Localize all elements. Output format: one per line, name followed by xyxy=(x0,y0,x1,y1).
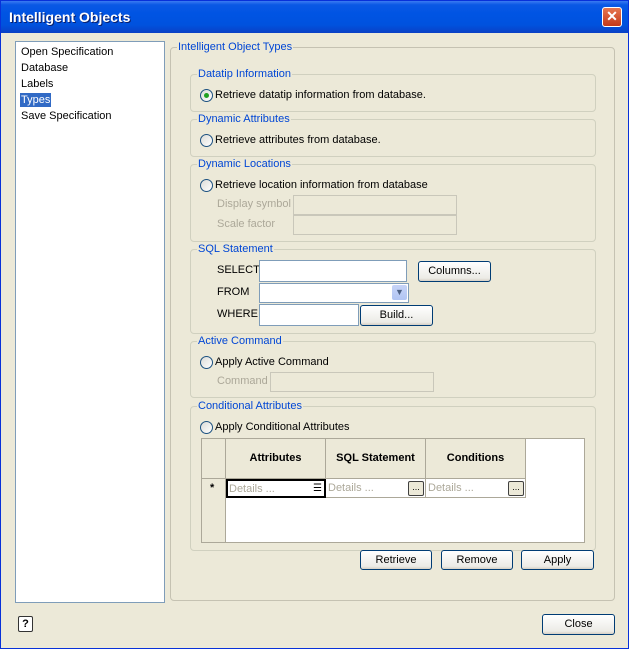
column-header-attributes[interactable]: Attributes xyxy=(226,439,326,479)
select-label: SELECT xyxy=(217,264,260,276)
dynamic-locations-option-label: Retrieve location information from datab… xyxy=(215,179,428,191)
conditions-details: Details ... xyxy=(428,482,474,494)
grid-corner xyxy=(202,439,226,479)
display-symbol-label: Display symbol xyxy=(217,198,291,210)
sql-statement-details: Details ... xyxy=(328,482,374,494)
sql-statement-group-title: SQL Statement xyxy=(197,243,274,255)
dynamic-attributes-radio[interactable] xyxy=(200,134,213,147)
dynamic-locations-group-title: Dynamic Locations xyxy=(197,158,292,170)
active-command-group-title: Active Command xyxy=(197,335,283,347)
conditional-attributes-grid: Attributes SQL Statement Conditions * De… xyxy=(201,438,585,543)
where-field[interactable] xyxy=(259,304,359,326)
remove-button[interactable]: Remove xyxy=(441,550,513,570)
table-cell-attributes[interactable]: Details ... ☰ xyxy=(226,479,326,498)
datatip-radio[interactable] xyxy=(200,89,213,102)
dynamic-attributes-group-title: Dynamic Attributes xyxy=(197,113,291,125)
command-label: Command xyxy=(217,375,268,387)
nav-item-labels[interactable]: Labels xyxy=(21,77,53,91)
list-icon[interactable]: ☰ xyxy=(313,482,322,496)
nav-item-types[interactable]: Types xyxy=(20,93,52,107)
title-bar[interactable]: Intelligent Objects ✕ xyxy=(1,1,628,33)
sql-statement-ellipsis-button[interactable]: ... xyxy=(408,481,424,496)
datatip-group-title: Datatip Information xyxy=(197,68,292,80)
active-command-option-label: Apply Active Command xyxy=(215,356,329,368)
dynamic-attributes-option-label: Retrieve attributes from database. xyxy=(215,134,381,146)
scale-factor-field[interactable] xyxy=(293,215,457,235)
intelligent-objects-dialog: Intelligent Objects ✕ Open Specification… xyxy=(0,0,629,649)
scale-factor-label: Scale factor xyxy=(217,218,276,230)
command-field[interactable] xyxy=(270,372,434,392)
navigation-list: Open Specification Database Labels Types… xyxy=(15,41,165,603)
columns-button[interactable]: Columns... xyxy=(418,261,491,282)
help-icon[interactable]: ? xyxy=(18,616,33,632)
nav-item-save-specification[interactable]: Save Specification xyxy=(21,109,112,123)
close-button[interactable]: Close xyxy=(542,614,615,635)
chevron-down-icon[interactable]: ▼ xyxy=(392,285,407,300)
window-title: Intelligent Objects xyxy=(9,9,131,25)
from-label: FROM xyxy=(217,286,250,298)
types-panel-title: Intelligent Object Types xyxy=(177,41,294,53)
conditional-attributes-group-title: Conditional Attributes xyxy=(197,400,303,412)
where-label: WHERE xyxy=(217,308,258,320)
datatip-option-label: Retrieve datatip information from databa… xyxy=(215,89,426,101)
nav-item-open-specification[interactable]: Open Specification xyxy=(21,45,113,59)
active-command-radio[interactable] xyxy=(200,356,213,369)
retrieve-button[interactable]: Retrieve xyxy=(360,550,432,570)
nav-item-database[interactable]: Database xyxy=(21,61,68,75)
conditional-attributes-option-label: Apply Conditional Attributes xyxy=(215,421,350,433)
close-icon[interactable]: ✕ xyxy=(602,7,622,27)
conditional-attributes-radio[interactable] xyxy=(200,421,213,434)
build-button[interactable]: Build... xyxy=(360,305,433,326)
apply-button[interactable]: Apply xyxy=(521,550,594,570)
conditions-ellipsis-button[interactable]: ... xyxy=(508,481,524,496)
display-symbol-field[interactable] xyxy=(293,195,457,215)
dynamic-locations-radio[interactable] xyxy=(200,179,213,192)
attributes-details: Details ... xyxy=(229,483,275,495)
column-header-sql-statement[interactable]: SQL Statement xyxy=(326,439,426,479)
select-field[interactable] xyxy=(259,260,407,282)
column-header-conditions[interactable]: Conditions xyxy=(426,439,526,479)
new-row-marker: * xyxy=(210,482,215,494)
from-combobox[interactable]: ▼ xyxy=(259,283,409,303)
